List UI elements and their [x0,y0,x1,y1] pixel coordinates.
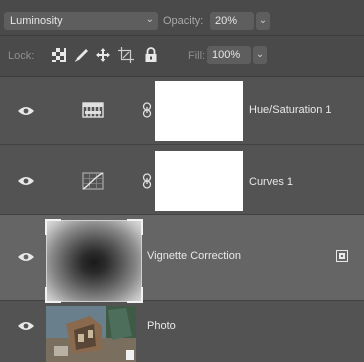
link-icon[interactable] [142,102,152,118]
layer-row-selected[interactable]: Vignette Correction [0,215,364,303]
layer-name[interactable]: Hue/Saturation 1 [249,104,332,116]
smart-object-icon [336,250,348,262]
blend-mode-dropdown[interactable]: Luminosity ⌄ [4,12,158,30]
lock-image-pixels-icon[interactable] [72,46,90,64]
curves-icon[interactable] [82,172,104,190]
chevron-down-icon: ⌄ [258,15,268,26]
opacity-value: 20% [215,15,238,27]
layer-row[interactable]: Hue/Saturation 1 [0,77,364,145]
selection-corner [45,219,61,235]
layer-row[interactable]: Curves 1 [0,145,364,215]
lock-all-icon[interactable] [142,46,160,64]
opacity-input[interactable]: 20% [210,12,254,30]
eye-icon[interactable] [18,321,34,331]
fill-value: 100% [212,49,241,61]
hue-saturation-icon[interactable] [82,101,104,119]
eye-icon[interactable] [18,176,34,186]
layer-thumbnail[interactable] [45,219,143,303]
chevron-down-icon: ⌄ [145,14,154,25]
opacity-label: Opacity: [163,15,204,27]
blend-mode-value: Luminosity [10,15,63,27]
lock-artboard-icon[interactable] [117,46,135,64]
fill-dropdown-button[interactable]: ⌄ [253,46,267,64]
link-icon[interactable] [142,173,152,189]
eye-icon[interactable] [18,252,34,262]
blend-opacity-bar: Luminosity ⌄ Opacity: 20% ⌄ [0,0,364,36]
opacity-dropdown-button[interactable]: ⌄ [256,12,270,30]
lock-fill-bar: Lock: Fill: 100% ⌄ [0,36,364,77]
chevron-down-icon: ⌄ [255,49,265,60]
selection-corner [127,219,143,235]
layer-name[interactable]: Vignette Correction [147,250,241,262]
layer-mask-thumbnail[interactable] [155,81,243,141]
layer-row[interactable]: Photo [0,301,364,362]
fill-input[interactable]: 100% [207,46,251,64]
eye-icon[interactable] [18,106,34,116]
layer-mask-thumbnail[interactable] [155,151,243,211]
lock-transparent-pixels-icon[interactable] [50,46,68,64]
layer-name[interactable]: Curves 1 [249,176,293,188]
lock-label: Lock: [8,50,35,62]
layer-name[interactable]: Photo [147,320,176,332]
fill-label: Fill: [188,50,206,62]
lock-position-icon[interactable] [94,46,112,64]
layers-panel: Luminosity ⌄ Opacity: 20% ⌄ Lock: Fill: [0,0,364,362]
